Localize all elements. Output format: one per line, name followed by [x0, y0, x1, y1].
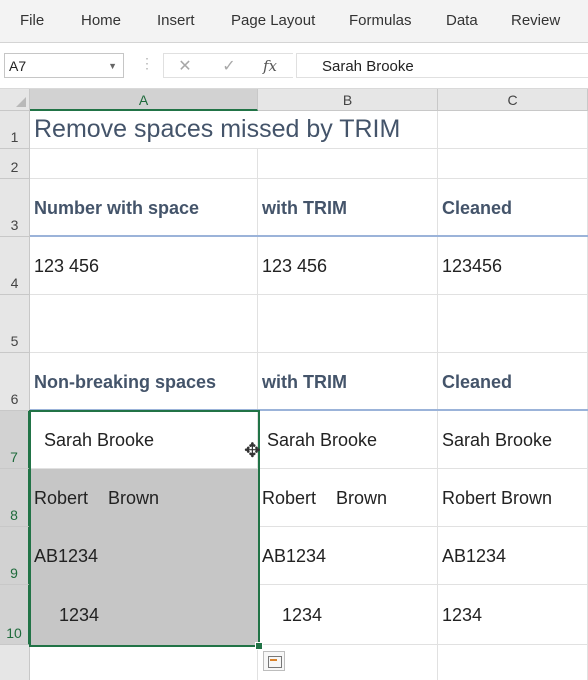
- row-header-9[interactable]: 9: [0, 527, 30, 585]
- cell-c4[interactable]: 123456: [438, 237, 588, 295]
- header-non-breaking-spaces[interactable]: Non-breaking spaces: [30, 353, 258, 411]
- cell-a10[interactable]: 1234: [30, 585, 258, 645]
- row-number: 6: [10, 391, 19, 407]
- header-cleaned-2[interactable]: Cleaned: [438, 353, 588, 411]
- name-box[interactable]: A7 ▼: [4, 53, 124, 78]
- cell-b11[interactable]: [258, 645, 438, 680]
- formula-input[interactable]: Sarah Brooke: [296, 53, 588, 78]
- tab-file[interactable]: File: [20, 0, 44, 42]
- row-number: 5: [10, 333, 19, 349]
- select-all-button[interactable]: [0, 89, 30, 111]
- row-header-7[interactable]: 7: [0, 411, 30, 469]
- header-with-trim[interactable]: with TRIM: [258, 179, 438, 237]
- cell-c7[interactable]: Sarah Brooke: [438, 411, 588, 469]
- cell-b7[interactable]: Sarah Brooke: [258, 411, 438, 469]
- tab-formulas[interactable]: Formulas: [349, 0, 412, 42]
- row-number: 9: [10, 565, 18, 581]
- row-number: 7: [10, 449, 18, 465]
- cell-c2[interactable]: [438, 149, 588, 179]
- name-box-value: A7: [9, 58, 27, 74]
- cell-a8[interactable]: Robert Brown: [30, 469, 258, 527]
- row-header-4[interactable]: 4: [0, 237, 30, 295]
- cell-b4[interactable]: 123 456: [258, 237, 438, 295]
- row-number: 10: [6, 625, 22, 641]
- row-header-2[interactable]: 2: [0, 149, 30, 179]
- row-number: 4: [10, 275, 19, 291]
- cell-a5[interactable]: [30, 295, 258, 353]
- ribbon-menu: File Home Insert Page Layout Formulas Da…: [0, 0, 588, 43]
- cell-b9[interactable]: AB1234: [258, 527, 438, 585]
- quick-analysis-icon[interactable]: [263, 651, 285, 671]
- cell-c1[interactable]: [438, 111, 588, 149]
- sheet-title[interactable]: Remove spaces missed by TRIM: [30, 111, 438, 149]
- cell-c9[interactable]: AB1234: [438, 527, 588, 585]
- header-cleaned[interactable]: Cleaned: [438, 179, 588, 237]
- tab-insert[interactable]: Insert: [157, 0, 195, 42]
- row-header-8[interactable]: 8: [0, 469, 30, 527]
- cell-b2[interactable]: [258, 149, 438, 179]
- grip-icon: ⋮: [140, 55, 154, 71]
- row-header-1[interactable]: 1: [0, 111, 30, 149]
- cell-a7[interactable]: Sarah Brooke: [30, 411, 258, 469]
- row-number: 2: [10, 159, 19, 175]
- cell-c5[interactable]: [438, 295, 588, 353]
- insert-function-icon[interactable]: fx: [257, 54, 283, 79]
- column-header-a[interactable]: A: [30, 89, 258, 111]
- header-number-with-space[interactable]: Number with space: [30, 179, 258, 237]
- cell-a2[interactable]: [30, 149, 258, 179]
- row-header-11[interactable]: [0, 645, 30, 680]
- column-header-c[interactable]: C: [438, 89, 588, 111]
- row-header-6[interactable]: 6: [0, 353, 30, 411]
- tab-home[interactable]: Home: [81, 0, 121, 42]
- cell-c10[interactable]: 1234: [438, 585, 588, 645]
- enter-icon[interactable]: ✓: [216, 54, 242, 79]
- move-cursor-icon: ✥: [244, 440, 261, 462]
- header-with-trim-2[interactable]: with TRIM: [258, 353, 438, 411]
- row-number: 1: [10, 129, 19, 145]
- cell-c11[interactable]: [438, 645, 588, 680]
- fill-handle[interactable]: [255, 642, 263, 650]
- cell-a4[interactable]: 123 456: [30, 237, 258, 295]
- cell-c8[interactable]: Robert Brown: [438, 469, 588, 527]
- cell-b8[interactable]: Robert Brown: [258, 469, 438, 527]
- cell-a11[interactable]: [30, 645, 258, 680]
- row-header-5[interactable]: 5: [0, 295, 30, 353]
- row-number: 8: [10, 507, 18, 523]
- row-header-10[interactable]: 10: [0, 585, 30, 645]
- tab-review[interactable]: Review: [511, 0, 560, 42]
- cell-b5[interactable]: [258, 295, 438, 353]
- spreadsheet-grid: A B C 1 2 3 4 5 6 7 8 9 10 Remove spaces…: [0, 89, 588, 680]
- cell-a9[interactable]: AB1234: [30, 527, 258, 585]
- tab-page-layout[interactable]: Page Layout: [231, 0, 315, 42]
- cancel-icon[interactable]: ✕: [172, 54, 198, 79]
- formula-bar: A7 ▼ ⋮ ✕ ✓ fx Sarah Brooke: [0, 43, 588, 89]
- row-number: 3: [10, 217, 19, 233]
- chevron-down-icon[interactable]: ▼: [108, 54, 117, 79]
- formula-buttons: ✕ ✓ fx: [163, 53, 293, 78]
- row-header-3[interactable]: 3: [0, 179, 30, 237]
- column-header-b[interactable]: B: [258, 89, 438, 111]
- cell-b10[interactable]: 1234: [258, 585, 438, 645]
- tab-data[interactable]: Data: [446, 0, 478, 42]
